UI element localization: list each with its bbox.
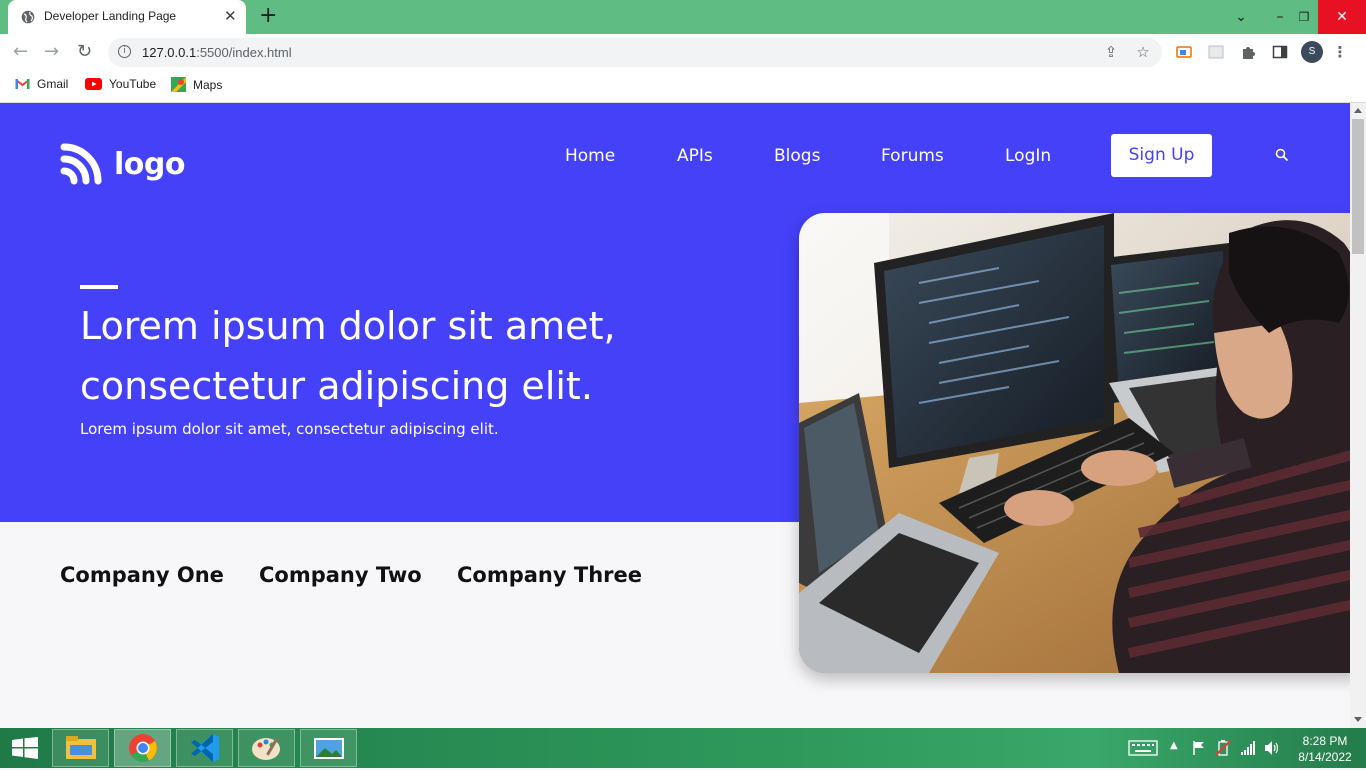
network-signal-icon[interactable] — [1240, 740, 1256, 756]
windows-taskbar: ▲ 8:28 PM 8/14/2022 — [0, 728, 1366, 768]
hero-headline: Lorem ipsum dolor sit amet, consectetur … — [80, 304, 616, 408]
search-icon[interactable] — [1275, 148, 1289, 162]
tab-close-icon[interactable]: ✕ — [224, 8, 237, 24]
gmail-icon — [15, 79, 30, 89]
url-text[interactable]: 127.0.0.1:5500/index.html — [142, 45, 292, 60]
globe-icon — [21, 10, 35, 24]
menu-icon[interactable]: ⋮ — [1331, 43, 1349, 61]
browser-toolbar: ← → ↻ i 127.0.0.1:5500/index.html ⇪ ☆ S … — [0, 34, 1366, 70]
file-explorer-icon[interactable] — [52, 729, 109, 767]
address-bar[interactable]: i 127.0.0.1:5500/index.html ⇪ ☆ — [108, 38, 1162, 67]
url-host: 127.0.0.1 — [142, 45, 197, 60]
close-window-button[interactable]: ✕ — [1318, 0, 1366, 34]
nav-forums[interactable]: Forums — [881, 146, 944, 166]
page-viewport: logo Home APIs Blogs Forums LogIn Sign U… — [0, 103, 1350, 728]
vertical-scrollbar[interactable] — [1350, 103, 1366, 728]
nav-home[interactable]: Home — [565, 146, 615, 166]
system-clock[interactable]: 8:28 PM 8/14/2022 — [1290, 733, 1360, 765]
active-tab[interactable]: Developer Landing Page ✕ — [8, 0, 246, 34]
bookmark-maps[interactable]: Maps — [171, 77, 222, 92]
action-center-flag-icon[interactable] — [1192, 740, 1206, 756]
maps-icon — [171, 77, 186, 92]
url-path: :5500/index.html — [196, 45, 292, 60]
photos-icon[interactable] — [300, 729, 357, 767]
youtube-icon — [85, 78, 102, 90]
bookmark-label: YouTube — [109, 77, 157, 91]
paint-icon[interactable] — [238, 729, 295, 767]
scroll-up-icon[interactable] — [1354, 108, 1362, 113]
scroll-down-icon[interactable] — [1354, 717, 1362, 722]
signup-button[interactable]: Sign Up — [1111, 134, 1212, 177]
share-icon[interactable]: ⇪ — [1102, 43, 1120, 61]
nav-blogs[interactable]: Blogs — [774, 146, 820, 166]
reload-icon[interactable]: ↻ — [77, 42, 92, 62]
site-info-icon[interactable]: i — [118, 45, 131, 58]
scrollbar-thumb[interactable] — [1352, 119, 1364, 254]
bookmark-star-icon[interactable]: ☆ — [1134, 43, 1152, 61]
back-icon[interactable]: ← — [13, 42, 28, 62]
logo-icon — [60, 143, 102, 185]
headline-accent-bar — [80, 285, 118, 289]
volume-icon[interactable] — [1264, 740, 1280, 756]
tab-strip: Developer Landing Page ✕ + ⌄ – ❐ ✕ — [0, 0, 1366, 34]
clock-time: 8:28 PM — [1302, 734, 1348, 748]
keyboard-icon[interactable] — [1128, 740, 1158, 756]
show-hidden-icons-icon[interactable]: ▲ — [1170, 740, 1178, 751]
extension-icon[interactable] — [1207, 43, 1225, 61]
chrome-icon[interactable] — [114, 729, 171, 767]
nav-login[interactable]: LogIn — [1005, 146, 1051, 166]
windows-start-icon[interactable] — [12, 737, 38, 759]
new-tab-button[interactable]: + — [259, 4, 277, 28]
bookmark-label: Gmail — [37, 77, 69, 91]
clock-date: 8/14/2022 — [1298, 750, 1352, 764]
tab-title: Developer Landing Page — [44, 9, 177, 23]
vscode-icon[interactable] — [176, 729, 233, 767]
company-one: Company One — [60, 563, 224, 587]
developer-at-computers-photo — [799, 213, 1350, 673]
bookmark-label: Maps — [193, 77, 223, 92]
profile-avatar[interactable]: S — [1301, 41, 1323, 63]
battery-icon[interactable] — [1215, 740, 1231, 756]
bookmark-youtube[interactable]: YouTube — [85, 77, 156, 91]
side-panel-icon[interactable] — [1271, 43, 1289, 61]
company-three: Company Three — [457, 563, 642, 587]
company-two: Company Two — [259, 563, 422, 587]
nav-apis[interactable]: APIs — [677, 146, 713, 166]
site-logo[interactable]: logo — [60, 143, 185, 185]
hero-subheadline: Lorem ipsum dolor sit amet, consectetur … — [80, 420, 499, 438]
forward-icon[interactable]: → — [44, 42, 59, 62]
logo-text: logo — [114, 146, 185, 182]
cast-icon[interactable] — [1175, 43, 1193, 61]
bookmarks-bar: Gmail YouTube Maps — [0, 70, 1366, 103]
bookmark-gmail[interactable]: Gmail — [15, 77, 68, 91]
hero-photo — [799, 213, 1350, 673]
puzzle-icon[interactable] — [1239, 43, 1257, 61]
